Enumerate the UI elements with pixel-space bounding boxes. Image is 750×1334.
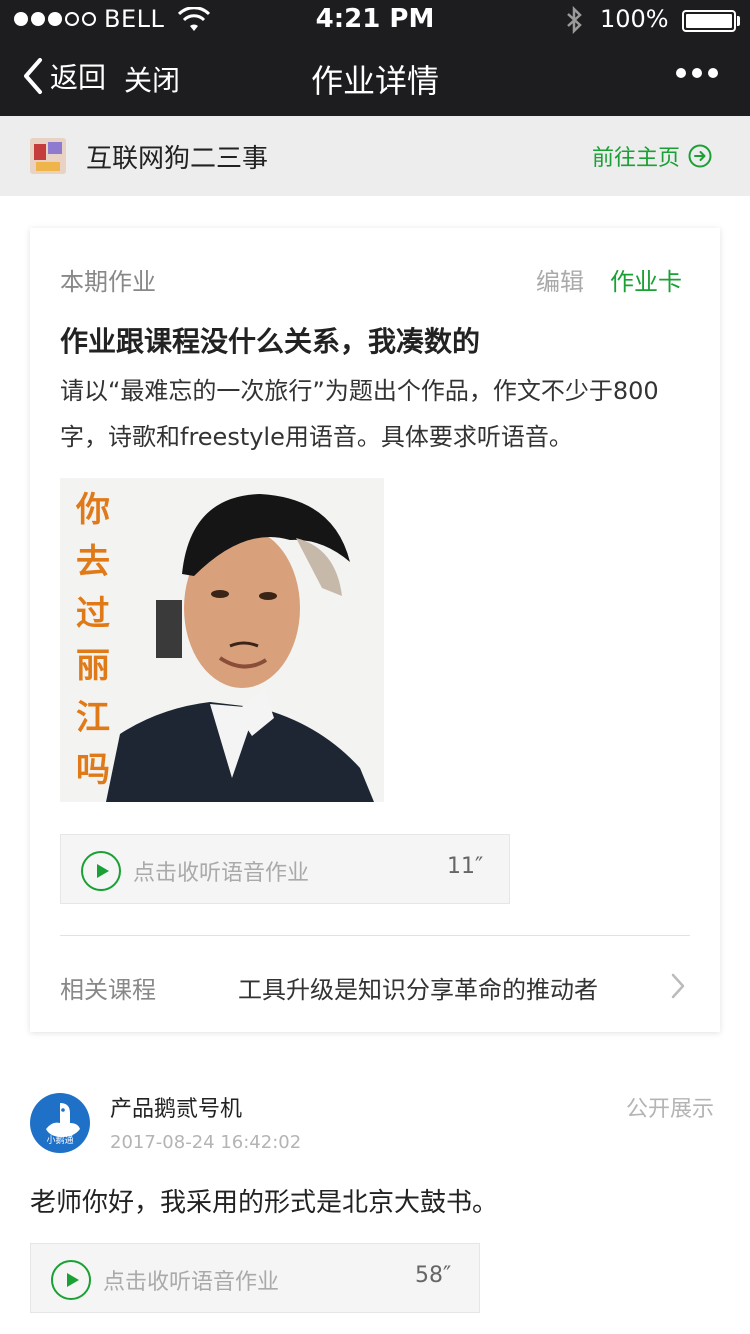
related-course-label: 相关课程 bbox=[60, 976, 156, 1004]
play-icon bbox=[81, 851, 121, 891]
submitter-name[interactable]: 产品鹅贰号机 bbox=[110, 1091, 242, 1123]
page-title: 作业详情 bbox=[310, 62, 439, 100]
arrow-right-circle-icon bbox=[688, 144, 712, 168]
author-bar: 互联网狗二三事 前往主页 bbox=[0, 116, 750, 196]
main-content: 本期作业 编辑 作业卡 作业跟课程没什么关系，我凑数的 请以“最难忘的一次旅行”… bbox=[0, 196, 750, 1334]
homework-audio-player[interactable]: 点击收听语音作业 11″ bbox=[60, 834, 510, 904]
homework-section-label: 本期作业 bbox=[60, 268, 156, 296]
related-course-link[interactable]: 工具升级是知识分享革命的推动者 bbox=[238, 970, 598, 1005]
submission-content: 老师你好，我采用的形式是北京大鼓书。 bbox=[30, 1188, 499, 1218]
page: BELL 4:21 PM 100% 返回 关闭 作业详情 互联网狗二三事 前往主… bbox=[0, 0, 750, 1334]
navigation-bar: 返回 关闭 作业详情 bbox=[0, 40, 750, 116]
homework-title: 作业跟课程没什么关系，我凑数的 bbox=[60, 325, 481, 358]
go-to-homepage-label: 前往主页 bbox=[592, 146, 681, 171]
author-avatar[interactable] bbox=[30, 138, 66, 174]
divider bbox=[60, 935, 690, 936]
more-options-icon[interactable] bbox=[676, 68, 718, 78]
audio-label: 点击收听语音作业 bbox=[103, 1270, 280, 1295]
homework-card-button[interactable]: 作业卡 bbox=[610, 262, 682, 297]
audio-duration: 11″ bbox=[447, 854, 484, 879]
author-name[interactable]: 互联网狗二三事 bbox=[86, 138, 268, 175]
audio-duration: 58″ bbox=[415, 1263, 452, 1288]
homework-image[interactable]: 你去过丽江吗 bbox=[60, 478, 384, 802]
homework-description: 请以“最难忘的一次旅行”为题出个作品，作文不少于800字，诗歌和freestyl… bbox=[60, 377, 659, 451]
submitter-avatar[interactable]: 小鹅通 bbox=[30, 1093, 90, 1153]
edit-button[interactable]: 编辑 bbox=[536, 262, 584, 297]
image-caption: 你去过丽江吗 bbox=[76, 490, 110, 790]
avatar-text: 小鹅通 bbox=[46, 1136, 74, 1146]
battery-icon bbox=[682, 10, 736, 32]
audio-label: 点击收听语音作业 bbox=[133, 861, 310, 886]
submission-audio-player[interactable]: 点击收听语音作业 58″ bbox=[30, 1243, 480, 1313]
go-to-homepage-link[interactable]: 前往主页 bbox=[592, 140, 712, 172]
battery-tip bbox=[737, 16, 740, 26]
public-display-label: 公开展示 bbox=[626, 1097, 715, 1122]
battery-percentage: 100% bbox=[600, 5, 669, 33]
homework-card: 本期作业 编辑 作业卡 作业跟课程没什么关系，我凑数的 请以“最难忘的一次旅行”… bbox=[30, 228, 720, 1032]
play-icon bbox=[51, 1260, 91, 1300]
bluetooth-icon bbox=[567, 6, 582, 34]
submission-timestamp: 2017-08-24 16:42:02 bbox=[110, 1132, 302, 1153]
top-bar: BELL 4:21 PM 100% 返回 关闭 作业详情 bbox=[0, 0, 750, 116]
chevron-right-icon[interactable] bbox=[670, 972, 686, 1000]
status-bar: BELL 4:21 PM 100% bbox=[0, 0, 750, 40]
